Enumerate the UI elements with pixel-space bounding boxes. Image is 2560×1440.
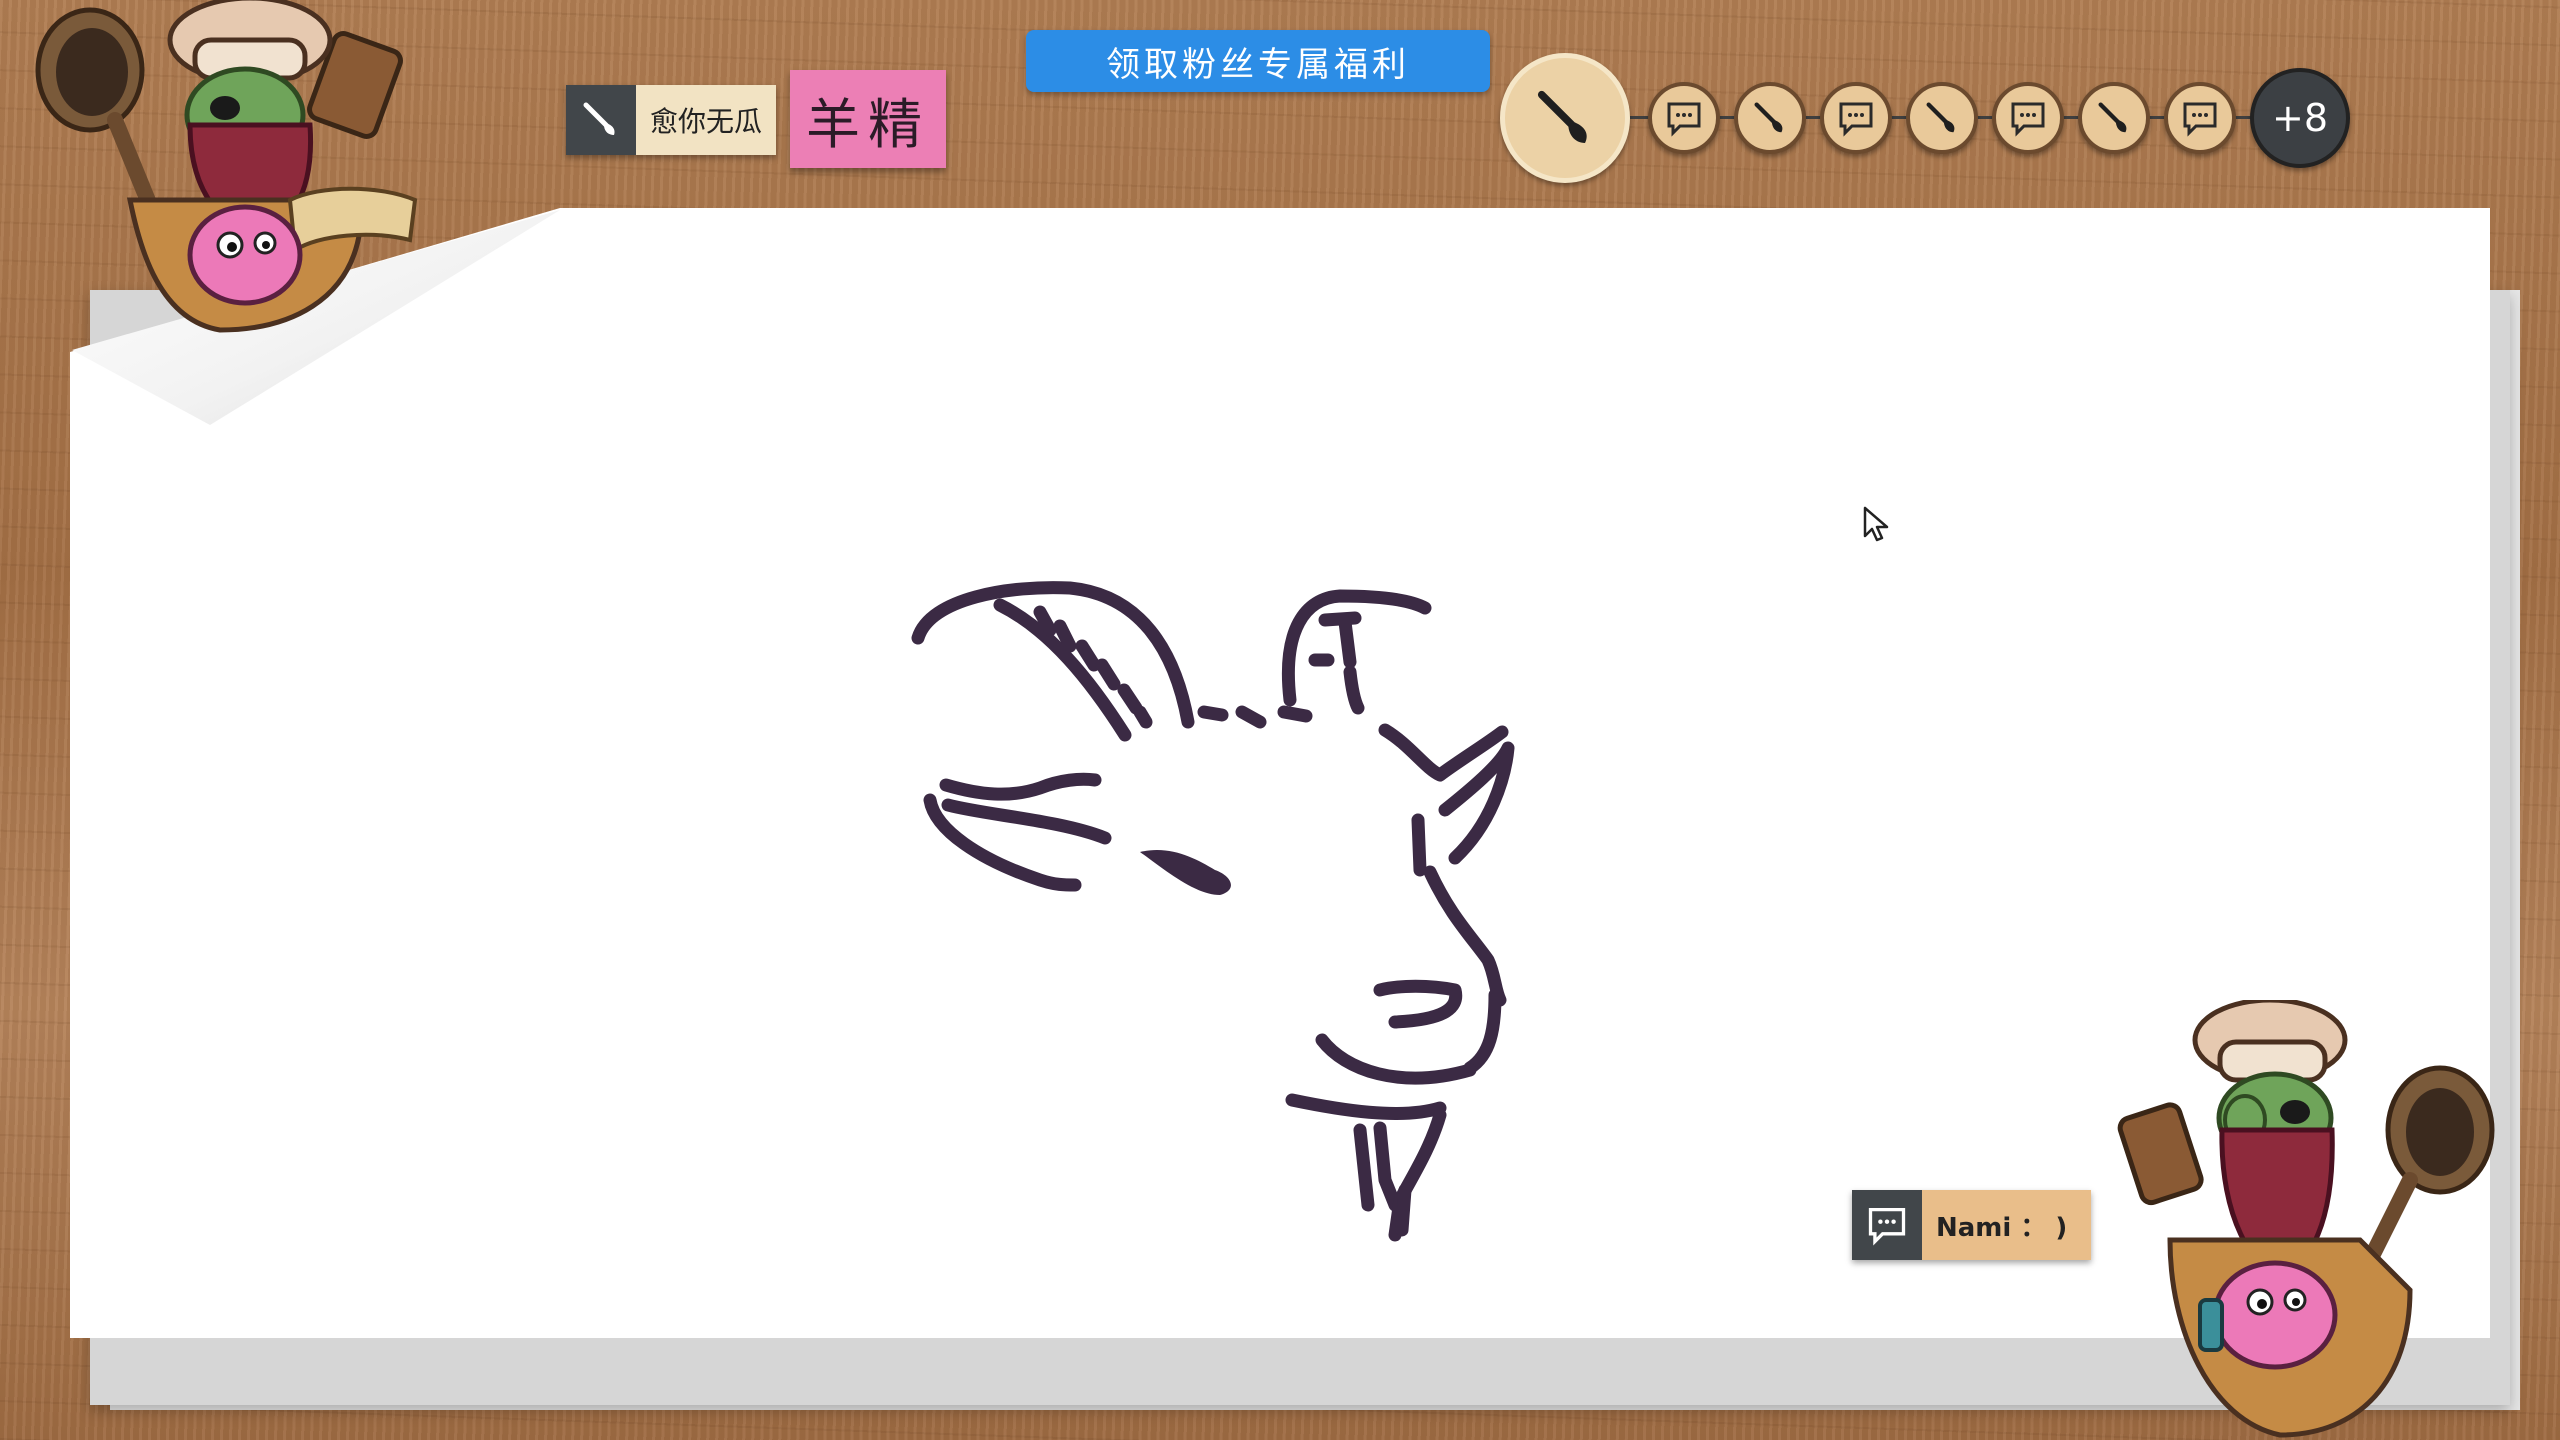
current-drawer-name: 愈你无瓜 (636, 85, 777, 155)
queue-node-chat-4[interactable] (2164, 82, 2236, 154)
fan-benefit-button[interactable]: 领取粉丝专属福利 (1026, 30, 1490, 92)
brush-icon (1754, 102, 1783, 133)
word-hint-note: 羊精 (790, 70, 946, 168)
chat-bubble-icon (2183, 102, 2217, 137)
chat-bubble-icon (1839, 102, 1873, 137)
current-drawer-tag: 愈你无瓜 (566, 85, 777, 155)
brush-icon (566, 85, 636, 155)
chat-bubble-icon (2011, 102, 2045, 137)
queue-node-drawer-4[interactable] (2078, 82, 2150, 154)
brush-icon (1537, 90, 1587, 143)
queue-node-chat-3[interactable] (1992, 82, 2064, 154)
chat-bubble-icon (1667, 102, 1701, 137)
player-queue: +8 (1500, 50, 2380, 185)
dwarf-chef-character-top-left (35, 0, 418, 333)
queue-node-current-drawer[interactable] (1500, 53, 1630, 183)
chat-bubble-icon (1852, 1190, 1922, 1260)
brush-icon (1926, 102, 1955, 133)
mouse-cursor-icon (1863, 506, 1889, 542)
queue-node-chat-2[interactable] (1820, 82, 1892, 154)
queue-more-players-button[interactable]: +8 (2250, 68, 2350, 168)
chat-message-text: Nami ： ) (1922, 1190, 2092, 1260)
queue-node-drawer-2[interactable] (1734, 82, 1806, 154)
queue-node-drawer-3[interactable] (1906, 82, 1978, 154)
queue-node-chat-1[interactable] (1648, 82, 1720, 154)
dwarf-chef-character-bottom-right (2117, 1000, 2495, 1438)
brush-icon (2098, 102, 2127, 133)
chat-message: Nami ： ) (1852, 1190, 2092, 1260)
